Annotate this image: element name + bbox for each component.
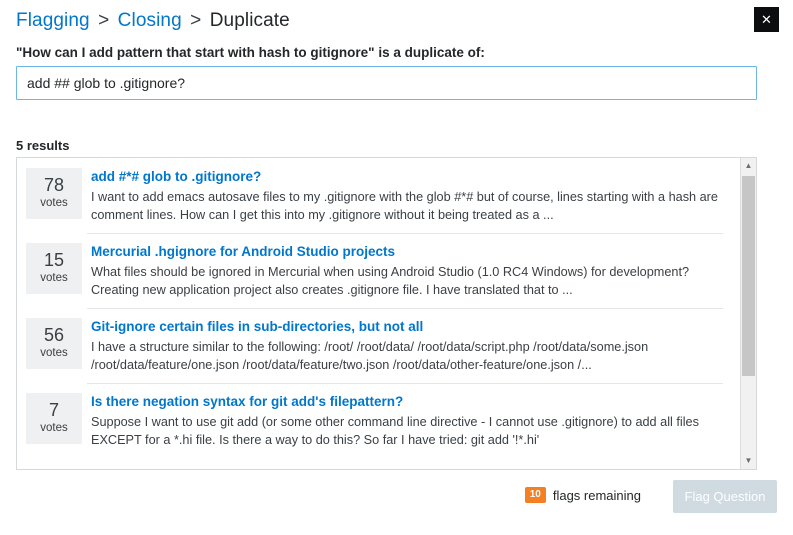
close-icon[interactable]: ✕ <box>754 7 779 32</box>
flags-remaining-label: flags remaining <box>552 487 641 503</box>
results-scrollbar[interactable]: ▲ ▼ <box>740 158 756 469</box>
result-excerpt: Suppose I want to use git add (or some o… <box>91 415 699 447</box>
vote-count: 7 <box>48 400 59 420</box>
search-field-wrapper <box>16 66 757 100</box>
result-body: Is there negation syntax for git add's f… <box>91 393 741 449</box>
result-row[interactable]: 78 votes add #*# glob to .gitignore? I w… <box>17 158 741 233</box>
breadcrumb: Flagging > Closing > Duplicate <box>16 9 290 33</box>
duplicate-flag-dialog: Flagging > Closing > Duplicate ✕ "How ca… <box>0 0 793 535</box>
vote-count: 78 <box>43 175 65 195</box>
dialog-subtitle: "How can I add pattern that start with h… <box>16 45 485 60</box>
vote-label: votes <box>40 272 68 284</box>
duplicate-search-input[interactable] <box>16 66 757 100</box>
vote-label: votes <box>40 422 68 434</box>
result-excerpt: What files should be ignored in Mercuria… <box>91 265 690 297</box>
result-title-link[interactable]: Git-ignore certain files in sub-director… <box>91 318 723 336</box>
breadcrumb-link-closing[interactable]: Closing <box>118 10 182 31</box>
result-excerpt: I want to add emacs autosave files to my… <box>91 190 718 222</box>
vote-label: votes <box>40 347 68 359</box>
result-excerpt: I have a structure similar to the follow… <box>91 340 649 372</box>
vote-box: 78 votes <box>26 168 82 219</box>
vote-box: 15 votes <box>26 243 82 294</box>
vote-box: 56 votes <box>26 318 82 369</box>
dialog-footer: 10 flags remaining Flag Question <box>0 478 793 522</box>
vote-count: 56 <box>43 325 65 345</box>
result-row[interactable]: 15 votes Mercurial .hgignore for Android… <box>17 233 741 308</box>
flags-remaining-badge: 10 <box>524 487 546 503</box>
vote-label: votes <box>40 197 68 209</box>
results-count-label: 5 results <box>16 138 70 153</box>
vote-box: 7 votes <box>26 393 82 444</box>
result-body: Mercurial .hgignore for Android Studio p… <box>91 243 741 299</box>
scroll-up-arrow-icon[interactable]: ▲ <box>741 158 756 174</box>
breadcrumb-separator-2: > <box>190 10 202 31</box>
results-list-container: 78 votes add #*# glob to .gitignore? I w… <box>16 157 757 470</box>
breadcrumb-link-flagging[interactable]: Flagging <box>16 10 90 31</box>
flags-remaining: 10 flags remaining <box>524 487 641 503</box>
flag-question-button[interactable]: Flag Question <box>673 480 777 513</box>
result-body: add #*# glob to .gitignore? I want to ad… <box>91 168 741 224</box>
result-row[interactable]: 7 votes Is there negation syntax for git… <box>17 383 741 458</box>
vote-count: 15 <box>43 250 65 270</box>
breadcrumb-separator-1: > <box>98 10 110 31</box>
scroll-down-arrow-icon[interactable]: ▼ <box>741 453 756 469</box>
result-title-link[interactable]: Is there negation syntax for git add's f… <box>91 393 723 411</box>
result-row[interactable]: 56 votes Git-ignore certain files in sub… <box>17 308 741 383</box>
breadcrumb-current-duplicate: Duplicate <box>209 10 290 31</box>
result-title-link[interactable]: add #*# glob to .gitignore? <box>91 168 723 186</box>
scrollbar-thumb[interactable] <box>742 176 755 376</box>
result-title-link[interactable]: Mercurial .hgignore for Android Studio p… <box>91 243 723 261</box>
result-body: Git-ignore certain files in sub-director… <box>91 318 741 374</box>
results-scroll-area[interactable]: 78 votes add #*# glob to .gitignore? I w… <box>17 158 741 469</box>
